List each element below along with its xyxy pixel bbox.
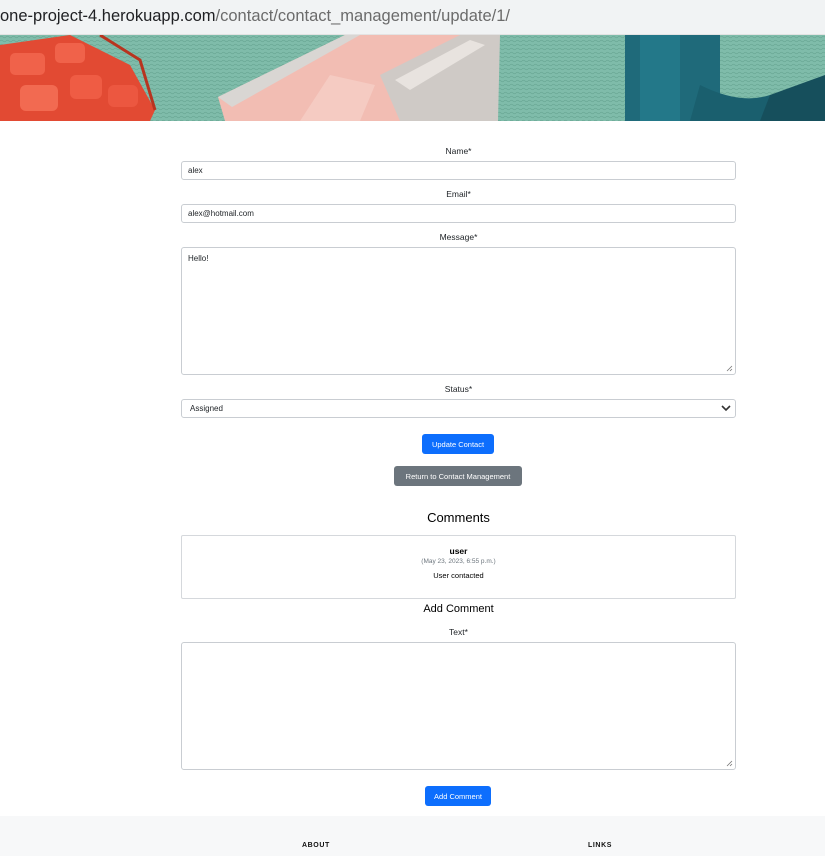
email-label: Email*: [446, 189, 471, 199]
comment-text-textarea[interactable]: [181, 642, 736, 770]
email-input[interactable]: alex@hotmail.com: [181, 204, 736, 223]
add-comment-heading: Add Comment: [423, 603, 494, 615]
resize-handle-icon[interactable]: [726, 365, 733, 372]
name-label: Name*: [445, 146, 472, 156]
footer-links-heading: LINKS: [588, 842, 612, 849]
status-selected-value: Assigned: [190, 404, 223, 413]
status-label: Status*: [444, 384, 473, 394]
url-path: /contact/contact_management/update/1/: [215, 7, 510, 25]
comments-heading: Comments: [427, 510, 490, 525]
comment-text: User contacted: [433, 571, 484, 580]
browser-address-bar[interactable]: one-project-4.herokuapp.com/contact/cont…: [0, 0, 825, 35]
footer-about-heading: ABOUT: [302, 842, 330, 849]
return-to-contact-management-button[interactable]: Return to Contact Management: [394, 466, 522, 486]
comment-author: user: [449, 546, 468, 556]
message-textarea[interactable]: Hello!: [181, 247, 736, 375]
comment-date: (May 23, 2023, 6:55 p.m.): [421, 558, 496, 565]
message-label: Message*: [439, 232, 478, 242]
name-input[interactable]: alex: [181, 161, 736, 180]
hero-banner-image: [0, 35, 825, 121]
chevron-down-icon: [721, 405, 731, 412]
message-text: Hello!: [188, 254, 209, 263]
comment-card: user (May 23, 2023, 6:55 p.m.) User cont…: [181, 535, 736, 599]
add-comment-button[interactable]: Add Comment: [425, 786, 491, 806]
status-select[interactable]: Assigned: [181, 399, 736, 418]
update-contact-button[interactable]: Update Contact: [422, 434, 494, 454]
comment-text-label: Text*: [449, 627, 468, 637]
url-text[interactable]: one-project-4.herokuapp.com/contact/cont…: [0, 6, 510, 26]
page-footer: ABOUT LINKS: [0, 816, 825, 856]
url-host: one-project-4.herokuapp.com: [0, 7, 216, 25]
resize-handle-icon[interactable]: [726, 760, 733, 767]
